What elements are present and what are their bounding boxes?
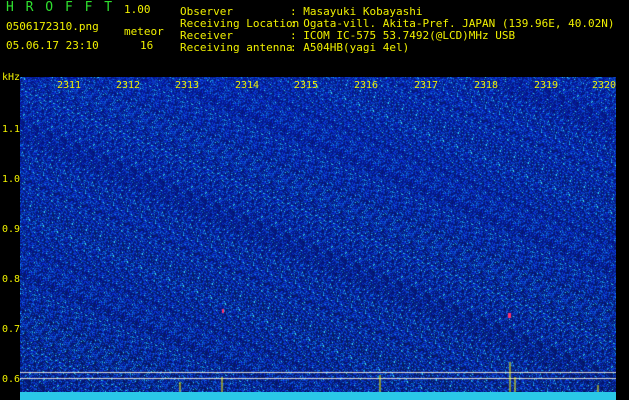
x-tick: 2318 — [474, 80, 499, 91]
x-tick: 2319 — [534, 80, 559, 91]
version-label: 1.00 — [124, 3, 151, 16]
x-tick: 2313 — [175, 80, 200, 91]
datetime: 05.06.17 23:10 — [6, 39, 99, 52]
info-value-antenna: : A504HB(yagi 4el) — [290, 41, 410, 54]
y-tick: 0.8 — [2, 274, 21, 285]
x-tick: 2316 — [354, 80, 379, 91]
spectrogram-canvas — [20, 77, 616, 392]
meteor-count: 16 — [140, 39, 154, 52]
file-name: 0506172310.png — [6, 20, 99, 33]
y-tick: 0.9 — [2, 224, 21, 235]
x-tick: 2311 — [57, 80, 82, 91]
y-tick: 0.6 — [2, 374, 21, 385]
y-tick: 1.0 — [2, 174, 21, 185]
y-axis-label: kHz — [2, 72, 21, 83]
x-tick: 2320 — [592, 80, 617, 91]
x-tick: 2317 — [414, 80, 439, 91]
app-title: H R O F F T — [6, 0, 115, 15]
y-tick: 1.1 — [2, 124, 21, 135]
info-label-antenna: Receiving antenna — [180, 41, 293, 54]
meteor-label: meteor — [124, 25, 164, 38]
y-tick: 0.7 — [2, 324, 21, 335]
x-tick: 2312 — [116, 80, 141, 91]
signal-level-bar — [20, 392, 616, 400]
x-tick: 2315 — [294, 80, 319, 91]
x-tick: 2314 — [235, 80, 260, 91]
